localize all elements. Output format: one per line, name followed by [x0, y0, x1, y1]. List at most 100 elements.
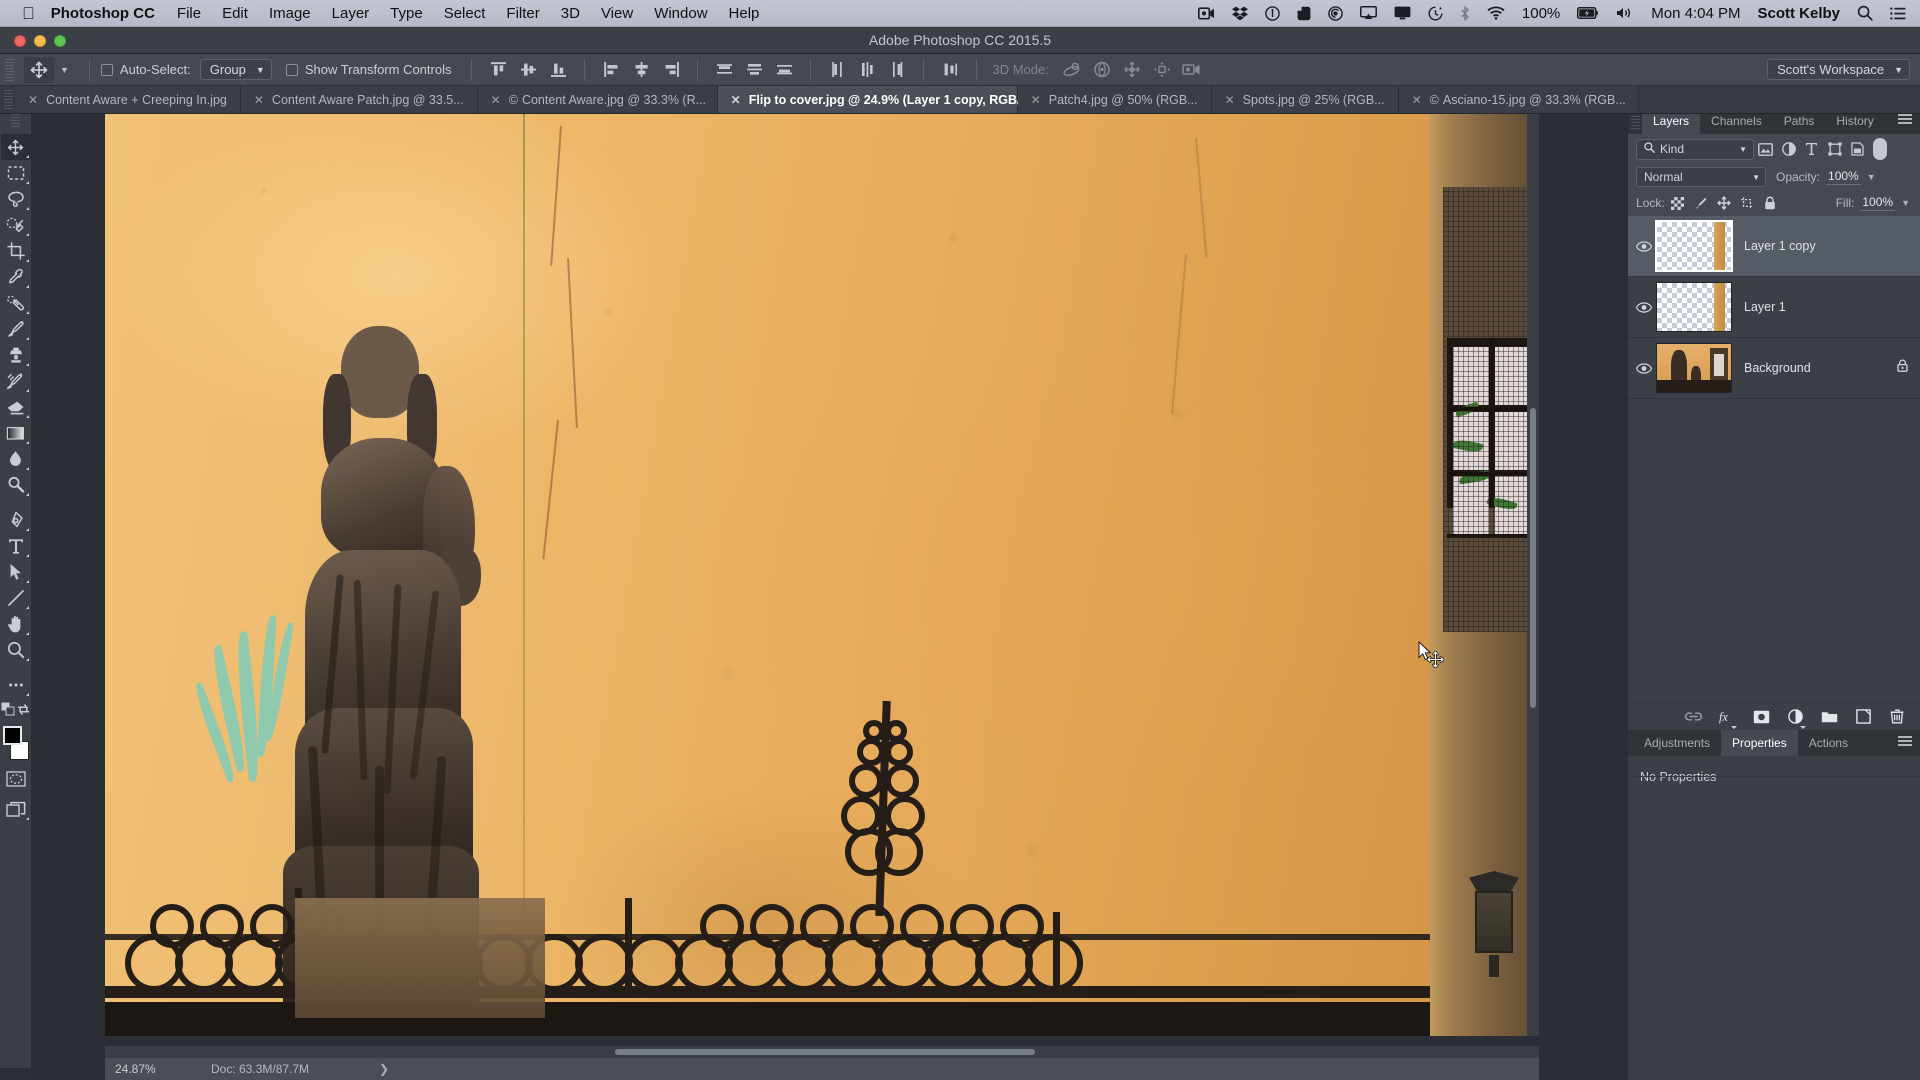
slide-3d-icon[interactable]: [1151, 59, 1173, 81]
edit-toolbar-icon[interactable]: [1, 672, 31, 698]
blend-mode-select[interactable]: Normal ▼: [1636, 167, 1766, 187]
fill-chevron-down-icon[interactable]: ▼: [1901, 198, 1910, 208]
delete-layer-icon[interactable]: [1888, 708, 1906, 726]
layer-row-2[interactable]: Background: [1628, 338, 1920, 399]
scrollbar-thumb[interactable]: [615, 1049, 1035, 1055]
document-tab-4[interactable]: ✕ Patch4.jpg @ 50% (RGB...: [1017, 86, 1212, 113]
screen-recording-icon[interactable]: [1197, 6, 1215, 20]
menu-help[interactable]: Help: [729, 5, 760, 22]
document-canvas-area[interactable]: 24.87% Doc: 63.3M/87.7M ❯: [32, 108, 1627, 1080]
filter-type-icon[interactable]: [1800, 138, 1823, 160]
brush-tool-icon[interactable]: [1, 316, 31, 342]
zoom-tool-icon[interactable]: [1, 637, 31, 663]
layer-thumbnail[interactable]: [1655, 220, 1733, 272]
line-shape-tool-icon[interactable]: [1, 585, 31, 611]
close-icon[interactable]: ✕: [1412, 93, 1422, 107]
menu-3d[interactable]: 3D: [561, 5, 580, 22]
display-icon[interactable]: [1394, 6, 1411, 20]
new-layer-icon[interactable]: [1854, 708, 1872, 726]
swap-foreground-background-icon[interactable]: [17, 703, 30, 721]
menu-filter[interactable]: Filter: [506, 5, 539, 22]
path-selection-tool-icon[interactable]: [1, 559, 31, 585]
notification-center-icon[interactable]: [1890, 6, 1906, 20]
menu-image[interactable]: Image: [269, 5, 311, 22]
pan-3d-icon[interactable]: [1121, 59, 1143, 81]
canvas-vertical-scrollbar[interactable]: [1527, 108, 1539, 1036]
default-foreground-background-icon[interactable]: [1, 702, 15, 721]
eraser-tool-icon[interactable]: [1, 394, 31, 420]
rectangular-marquee-tool-icon[interactable]: [1, 160, 31, 186]
distribute-left-edges-icon[interactable]: [826, 59, 848, 81]
distribute-vertical-centers-icon[interactable]: [743, 59, 765, 81]
apple-logo-icon[interactable]: : [22, 5, 35, 22]
menu-type[interactable]: Type: [390, 5, 423, 22]
new-group-icon[interactable]: [1820, 708, 1838, 726]
menu-file[interactable]: File: [177, 5, 201, 22]
tab-adjustments[interactable]: Adjustments: [1633, 730, 1721, 756]
move-tool-icon[interactable]: [24, 56, 54, 83]
disc-icon[interactable]: [1328, 5, 1343, 21]
lock-all-icon[interactable]: [1760, 193, 1780, 213]
distribute-top-edges-icon[interactable]: [713, 59, 735, 81]
tab-properties[interactable]: Properties: [1721, 730, 1798, 756]
panel-menu-icon[interactable]: [1898, 736, 1912, 748]
close-window-button[interactable]: [14, 35, 26, 47]
roll-3d-icon[interactable]: [1091, 59, 1113, 81]
chevron-right-icon[interactable]: ❯: [379, 1062, 389, 1076]
add-layer-style-icon[interactable]: fx: [1718, 708, 1737, 729]
dodge-tool-icon[interactable]: [1, 472, 31, 498]
close-icon[interactable]: ✕: [1225, 93, 1235, 107]
align-right-edges-icon[interactable]: [660, 59, 682, 81]
zoom-level-field[interactable]: 24.87%: [115, 1062, 211, 1076]
layer-visibility-toggle[interactable]: [1632, 301, 1656, 313]
link-layers-icon[interactable]: [1684, 708, 1702, 726]
distribute-horizontal-centers-icon[interactable]: [856, 59, 878, 81]
panel-menu-icon[interactable]: [1898, 114, 1912, 126]
quick-mask-mode-icon[interactable]: [1, 766, 31, 792]
close-icon[interactable]: ✕: [491, 93, 501, 107]
layer-name[interactable]: Layer 1: [1744, 300, 1920, 314]
filter-smart-object-icon[interactable]: [1846, 138, 1869, 160]
hand-tool-icon[interactable]: [1, 611, 31, 637]
gradient-tool-icon[interactable]: [1, 420, 31, 446]
menu-layer[interactable]: Layer: [332, 5, 370, 22]
layer-visibility-toggle[interactable]: [1632, 240, 1656, 252]
layer-filter-kind-select[interactable]: Kind ▼: [1636, 138, 1754, 160]
lasso-tool-icon[interactable]: [1, 186, 31, 212]
layer-row-0[interactable]: Layer 1 copy: [1628, 216, 1920, 277]
document-tab-5[interactable]: ✕ Spots.jpg @ 25% (RGB...: [1211, 86, 1399, 113]
document-tab-0[interactable]: ✕ Content Aware + Creeping In.jpg: [15, 86, 241, 113]
close-icon[interactable]: ✕: [28, 93, 38, 107]
history-brush-tool-icon[interactable]: [1, 368, 31, 394]
image-canvas[interactable]: [105, 108, 1539, 1036]
tab-actions[interactable]: Actions: [1798, 730, 1859, 756]
volume-icon[interactable]: [1616, 6, 1634, 20]
spot-healing-brush-tool-icon[interactable]: [1, 290, 31, 316]
distribute-spacing-icon[interactable]: [939, 59, 961, 81]
document-tab-6[interactable]: ✕ © Asciano-15.jpg @ 33.3% (RGB...: [1398, 86, 1639, 113]
document-tab-1[interactable]: ✕ Content Aware Patch.jpg @ 33.5...: [240, 86, 478, 113]
layer-thumbnail[interactable]: [1656, 282, 1732, 332]
opacity-value[interactable]: 100%: [1826, 169, 1861, 185]
close-icon[interactable]: ✕: [254, 93, 264, 107]
layer-row-1[interactable]: Layer 1: [1628, 277, 1920, 338]
menu-edit[interactable]: Edit: [222, 5, 248, 22]
time-machine-icon[interactable]: [1428, 6, 1443, 21]
dropbox-icon[interactable]: [1231, 6, 1248, 20]
tools-panel-grip[interactable]: [11, 114, 20, 128]
show-transform-controls-checkbox[interactable]: [285, 63, 298, 76]
lock-transparent-pixels-icon[interactable]: [1668, 193, 1688, 213]
minimize-window-button[interactable]: [34, 35, 46, 47]
active-app-name[interactable]: Photoshop CC: [51, 5, 155, 22]
scale-3d-icon[interactable]: [1181, 59, 1203, 81]
search-icon[interactable]: [1857, 5, 1873, 21]
screen-mode-icon[interactable]: [1, 796, 31, 822]
filter-toggle-icon[interactable]: [1873, 138, 1887, 160]
clock-label[interactable]: Mon 4:04 PM: [1651, 5, 1740, 22]
filter-pixel-icon[interactable]: [1754, 138, 1777, 160]
lock-position-icon[interactable]: [1714, 193, 1734, 213]
info-circle-icon[interactable]: [1265, 5, 1280, 21]
distribute-bottom-edges-icon[interactable]: [773, 59, 795, 81]
lock-artboard-nesting-icon[interactable]: [1737, 193, 1757, 213]
menu-select[interactable]: Select: [444, 5, 486, 22]
